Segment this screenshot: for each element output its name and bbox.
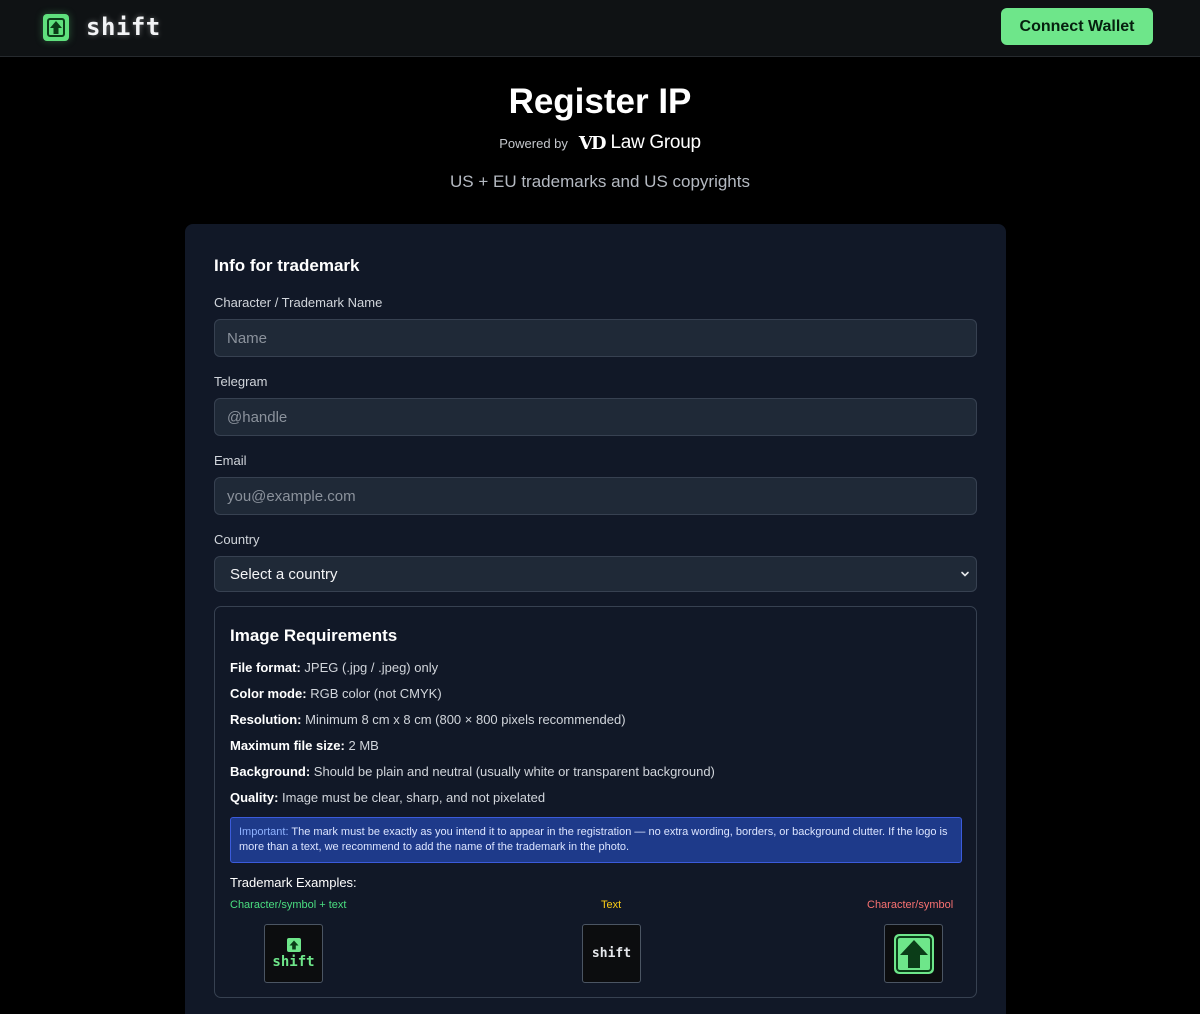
form-title: Info for trademark <box>214 256 360 275</box>
requirement-item: Maximum file size: 2 MB <box>230 738 379 753</box>
examples-title: Trademark Examples: <box>230 875 357 890</box>
trademark-name-input[interactable] <box>214 319 977 357</box>
image-requirements-box: Image Requirements File format: JPEG (.j… <box>214 606 977 998</box>
up-arrow-icon <box>893 933 934 974</box>
requirement-value: Minimum 8 cm x 8 cm (800 × 800 pixels re… <box>305 712 626 727</box>
requirement-key: Quality: <box>230 790 279 805</box>
page-subtitle: US + EU trademarks and US copyrights <box>450 172 750 191</box>
important-notice: Important: The mark must be exactly as y… <box>230 817 962 863</box>
requirement-value: Image must be clear, sharp, and not pixe… <box>282 790 546 805</box>
requirement-value: RGB color (not CMYK) <box>310 686 442 701</box>
notice-label: Important: <box>239 826 289 838</box>
up-arrow-icon <box>286 937 301 952</box>
example-tile-text: shift <box>591 946 632 961</box>
notice-text: The mark must be exactly as you intend i… <box>239 826 948 853</box>
example-label-symbol-text: Character/symbol + text <box>230 899 347 911</box>
powered-by: Powered by VD Law Group <box>0 132 1200 154</box>
country-select[interactable]: Select a country <box>214 556 977 592</box>
example-label-symbol: Character/symbol <box>867 899 954 911</box>
requirement-value: Should be plain and neutral (usually whi… <box>313 764 715 779</box>
up-arrow-logo-icon <box>43 13 69 41</box>
name-label: Character / Trademark Name <box>214 295 383 310</box>
requirement-value: 2 MB <box>348 738 379 753</box>
requirement-item: File format: JPEG (.jpg / .jpeg) only <box>230 660 438 675</box>
country-select-value: Select a country <box>230 565 338 583</box>
example-tile-symbol-text: shift <box>264 924 323 983</box>
brand-logo[interactable]: shift <box>43 12 161 42</box>
connect-wallet-button[interactable]: Connect Wallet <box>1001 8 1153 45</box>
requirement-key: Resolution: <box>230 712 302 727</box>
telegram-label: Telegram <box>214 374 268 389</box>
requirements-title: Image Requirements <box>230 626 398 645</box>
partner-logo-mark: VD <box>578 132 607 154</box>
powered-by-label: Powered by <box>499 135 568 151</box>
example-tile-symbol <box>884 924 943 983</box>
requirement-item: Color mode: RGB color (not CMYK) <box>230 686 442 701</box>
example-label-text: Text <box>601 899 622 911</box>
brand-name: shift <box>86 13 161 41</box>
telegram-input[interactable] <box>214 398 977 436</box>
partner-logo-name: Law Group <box>610 132 701 153</box>
email-input[interactable] <box>214 477 977 515</box>
page-title: Register IP <box>508 82 692 121</box>
requirement-key: Background: <box>230 764 311 779</box>
requirement-key: Maximum file size: <box>230 738 345 753</box>
requirement-item: Quality: Image must be clear, sharp, and… <box>230 790 545 805</box>
requirement-key: Color mode: <box>230 686 307 701</box>
requirement-item: Background: Should be plain and neutral … <box>230 764 715 779</box>
country-label: Country <box>214 532 260 547</box>
requirement-item: Resolution: Minimum 8 cm x 8 cm (800 × 8… <box>230 712 626 727</box>
example-tile-text-only: shift <box>582 924 641 983</box>
requirement-key: File format: <box>230 660 301 675</box>
chevron-down-icon <box>961 571 969 577</box>
email-label: Email <box>214 453 247 468</box>
example-tile-text: shift <box>272 953 315 970</box>
trademark-form-card: Info for trademark Character / Trademark… <box>185 224 1006 1014</box>
top-bar: shift Connect Wallet <box>0 0 1200 57</box>
requirement-value: JPEG (.jpg / .jpeg) only <box>304 660 439 675</box>
